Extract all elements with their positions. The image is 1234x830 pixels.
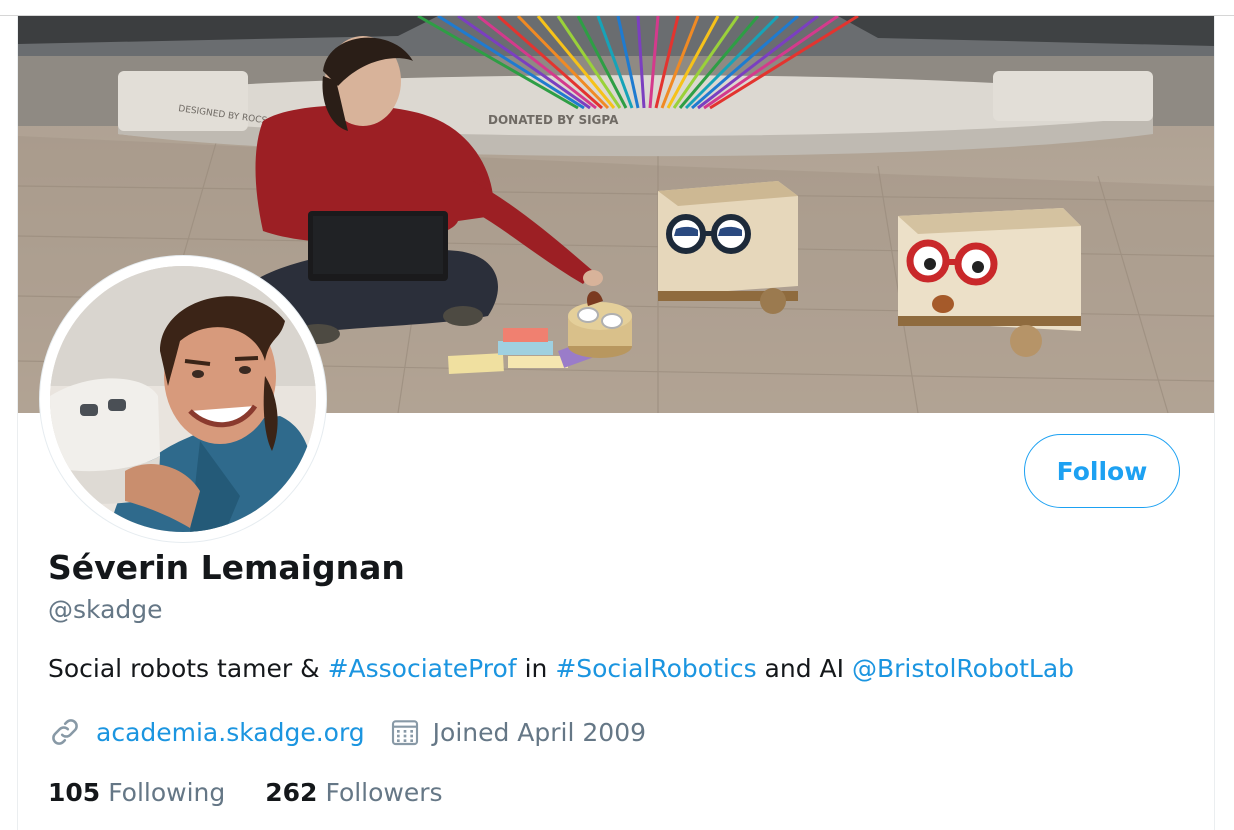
bio-text: Social robots tamer & <box>48 654 328 683</box>
followers-link[interactable]: 262 Followers <box>265 778 442 807</box>
bio: Social robots tamer & #AssociateProf in … <box>48 654 1074 683</box>
banner-sign-center: DONATED BY SIGPA <box>488 113 619 127</box>
display-name: Séverin Lemaignan <box>48 548 405 587</box>
following-label: Following <box>108 777 226 807</box>
website-link[interactable]: academia.skadge.org <box>96 718 365 747</box>
calendar-icon <box>389 716 421 748</box>
following-link[interactable]: 105 Following <box>48 778 225 807</box>
profile-card: DESIGNED BY ROCS DONATED BY SIGPA Follow… <box>17 16 1215 830</box>
page: DESIGNED BY ROCS DONATED BY SIGPA Follow… <box>0 0 1234 830</box>
followers-label: Followers <box>325 777 443 807</box>
handle: @skadge <box>48 595 163 624</box>
profile-meta: academia.skadge.org Joined April 2009 <box>48 712 646 752</box>
hashtag-link[interactable]: #AssociateProf <box>328 654 517 683</box>
bio-text: and AI <box>756 654 852 683</box>
mention-link[interactable]: @BristolRobotLab <box>852 654 1074 683</box>
join-date: Joined April 2009 <box>432 717 647 747</box>
hashtag-link[interactable]: #SocialRobotics <box>555 654 756 683</box>
avatar-photo <box>50 266 316 532</box>
following-count: 105 <box>48 777 101 807</box>
bio-text: in <box>516 654 556 683</box>
follow-button[interactable]: Follow <box>1024 434 1180 508</box>
link-icon <box>48 715 82 749</box>
follow-stats: 105 Following 262 Followers <box>48 772 443 812</box>
avatar[interactable] <box>40 256 326 542</box>
banner-robot-box-blue <box>658 181 798 314</box>
followers-count: 262 <box>265 777 318 807</box>
